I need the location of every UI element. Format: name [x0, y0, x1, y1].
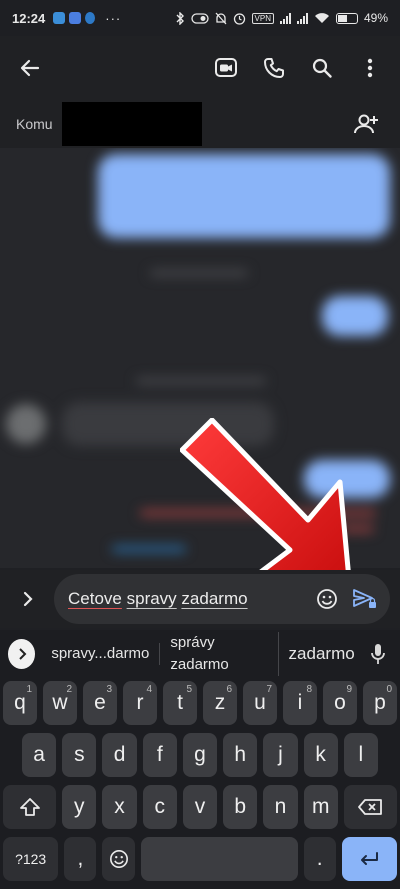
key-n[interactable]: n [263, 785, 298, 829]
send-icon [353, 589, 376, 608]
message-text[interactable]: Cetove spravy zadarmo [68, 589, 312, 609]
notification-app-icon [53, 12, 66, 24]
notification-app-icon [85, 12, 96, 24]
back-arrow-icon [20, 59, 40, 77]
emoji-icon [317, 589, 337, 609]
suggestion-strip: spravy...darmo správy zadarmo zadarmo [0, 630, 400, 678]
backspace-icon [358, 799, 383, 815]
keyboard-row: q1 w2 e3 r4 t5 z6 u7 i8 o9 p0 [3, 681, 397, 725]
keyboard-menu-button[interactable] [8, 639, 36, 669]
key-b[interactable]: b [223, 785, 258, 829]
key-a[interactable]: a [22, 733, 57, 777]
key-p[interactable]: p0 [363, 681, 397, 725]
expand-attachments-button[interactable] [10, 581, 46, 617]
period-key[interactable]: . [303, 837, 336, 881]
wifi-icon [314, 13, 329, 23]
key-u[interactable]: u7 [243, 681, 277, 725]
add-person-icon [354, 114, 378, 134]
space-key[interactable] [140, 837, 298, 881]
keyboard-row: y x c v b n m [3, 785, 397, 829]
message-input[interactable]: Cetove spravy zadarmo [54, 574, 390, 624]
enter-icon [361, 852, 379, 865]
send-button[interactable] [350, 584, 380, 614]
key-x[interactable]: x [102, 785, 137, 829]
misspelled-word: Cetove [68, 589, 122, 608]
symbols-key[interactable]: ?123 [3, 837, 59, 881]
battery-icon [335, 12, 358, 24]
voice-input-button[interactable] [365, 643, 392, 665]
key-j[interactable]: j [263, 733, 298, 777]
notification-app-icon [69, 12, 82, 24]
chevron-right-icon [18, 648, 27, 660]
microphone-icon [371, 644, 386, 664]
more-options-button[interactable] [352, 50, 388, 86]
add-recipient-button[interactable] [348, 106, 384, 142]
back-button[interactable] [12, 50, 48, 86]
key-k[interactable]: k [303, 733, 338, 777]
vpn-badge: VPN [251, 12, 274, 24]
suggestion-item[interactable]: správy zadarmo [160, 632, 279, 676]
recipient-row: Komu [0, 100, 400, 148]
emoji-icon [109, 850, 128, 868]
suggestion-item[interactable]: spravy...darmo [41, 643, 161, 665]
key-t[interactable]: t5 [163, 681, 197, 725]
key-l[interactable]: l [343, 733, 378, 777]
composed-word: zadarmo [181, 589, 248, 608]
emoji-key[interactable] [102, 837, 135, 881]
key-y[interactable]: y [62, 785, 97, 829]
key-g[interactable]: g [182, 733, 218, 777]
keyboard-row: ?123 , . [3, 837, 398, 881]
recipient-field-redacted[interactable] [62, 102, 202, 146]
key-o[interactable]: o9 [323, 681, 357, 725]
backspace-key[interactable] [343, 785, 397, 829]
signal-icon [279, 12, 291, 24]
suggestion-item[interactable]: zadarmo [279, 643, 365, 665]
more-notifications-icon: ··· [105, 10, 122, 26]
chevron-right-icon [23, 591, 33, 607]
key-w[interactable]: w2 [43, 681, 77, 725]
keyboard-row: a s d f g h j k l [3, 733, 397, 777]
more-vert-icon [367, 58, 373, 78]
shift-key[interactable] [3, 785, 57, 829]
app-bar [0, 36, 400, 100]
video-call-button[interactable] [208, 50, 244, 86]
alarm-icon [233, 12, 245, 25]
search-button[interactable] [304, 50, 340, 86]
key-d[interactable]: d [102, 733, 137, 777]
mute-bell-icon [215, 12, 226, 24]
signal-icon [296, 12, 308, 24]
phone-call-button[interactable] [256, 50, 292, 86]
video-call-icon [215, 58, 237, 77]
battery-level: 49% [363, 11, 388, 25]
shift-icon [19, 798, 40, 816]
key-c[interactable]: c [142, 785, 177, 829]
bluetooth-icon [176, 11, 184, 25]
key-s[interactable]: s [62, 733, 97, 777]
compose-row: Cetove spravy zadarmo [0, 570, 400, 628]
emoji-button[interactable] [312, 584, 342, 614]
key-v[interactable]: v [182, 785, 218, 829]
search-icon [312, 58, 332, 78]
keyboard: q1 w2 e3 r4 t5 z6 u7 i8 o9 p0 a s d f g … [0, 678, 400, 889]
key-e[interactable]: e3 [83, 681, 117, 725]
key-h[interactable]: h [223, 733, 258, 777]
recipient-label: Komu [16, 116, 53, 132]
key-z[interactable]: z6 [203, 681, 237, 725]
status-time: 12:24 [12, 10, 46, 26]
key-f[interactable]: f [142, 733, 177, 777]
key-m[interactable]: m [303, 785, 338, 829]
comma-key[interactable]: , [64, 837, 97, 881]
key-q[interactable]: q1 [3, 681, 37, 725]
composed-word: spravy [126, 589, 177, 608]
phone-icon [264, 58, 284, 78]
toggle-icon [190, 12, 209, 24]
key-i[interactable]: i8 [283, 681, 317, 725]
enter-key[interactable] [341, 837, 398, 881]
key-r[interactable]: r4 [123, 681, 157, 725]
status-bar: 12:24 ··· VPN 49% [0, 0, 400, 36]
